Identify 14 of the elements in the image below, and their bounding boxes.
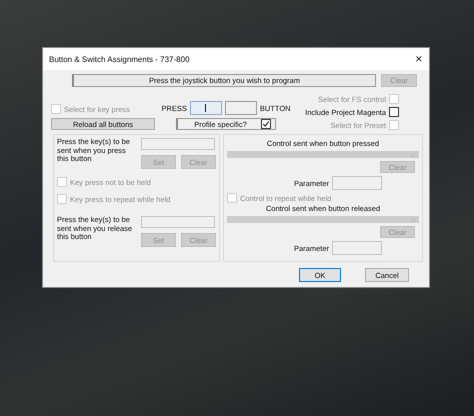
button-input-field[interactable] [224,101,257,115]
chevron-down-icon [410,218,416,222]
close-button[interactable]: ✕ [413,54,425,64]
key-input-field[interactable] [141,216,215,228]
key-input-field[interactable] [141,138,215,150]
checkbox[interactable] [260,119,271,129]
parameter-input-field[interactable] [332,176,382,190]
control-dropdown[interactable] [227,151,419,158]
control-dropdown[interactable] [227,216,419,223]
button-input-field[interactable] [190,101,222,115]
window-title: Button & Switch Assignments - 737-800 [49,54,190,64]
parameter-input-field[interactable] [332,241,382,255]
chevron-down-icon [410,152,416,156]
checkbox[interactable] [389,107,399,117]
